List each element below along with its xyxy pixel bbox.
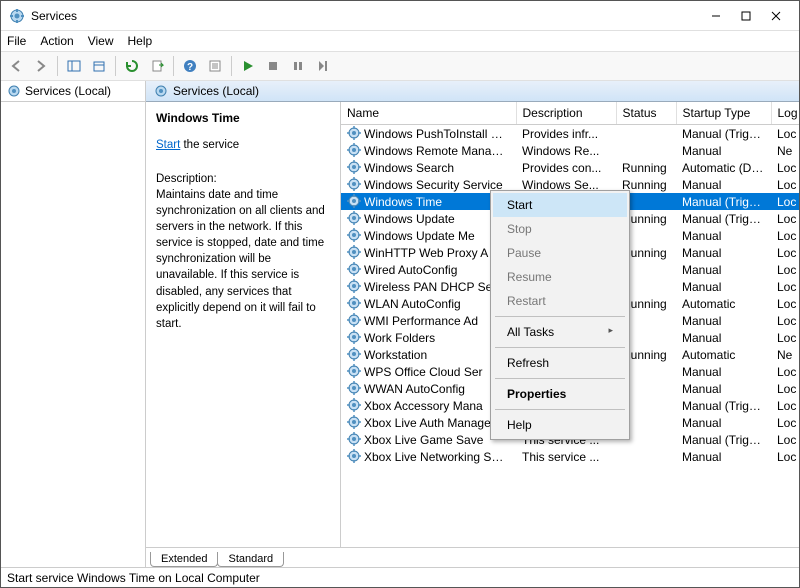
statusbar: Start service Windows Time on Local Comp… (1, 567, 799, 587)
properties-button[interactable] (204, 55, 226, 77)
col-startup[interactable]: Startup Type (676, 102, 771, 125)
tab-extended[interactable]: Extended (150, 552, 218, 567)
restart-service-button[interactable] (312, 55, 334, 77)
context-menu: StartStopPauseResumeRestart All Tasks▸ Ref… (490, 190, 630, 440)
minimize-button[interactable] (701, 1, 731, 31)
pause-service-button[interactable] (287, 55, 309, 77)
titlebar: Services (1, 1, 799, 31)
menu-file[interactable]: File (7, 34, 26, 48)
window-title: Services (31, 9, 701, 23)
service-list-pane: Name Description Status Startup Type Log… (341, 102, 799, 547)
ctx-pause: Pause (493, 241, 627, 265)
info-pane: Windows Time Start the service Descripti… (146, 102, 341, 547)
svg-text:?: ? (187, 62, 193, 73)
table-row[interactable]: Windows PushToInstall Servi...Provides i… (341, 125, 799, 143)
maximize-button[interactable] (731, 1, 761, 31)
table-row[interactable]: Windows Remote Managem...Windows Re...Ma… (341, 142, 799, 159)
start-service-button[interactable] (237, 55, 259, 77)
ctx-help[interactable]: Help (493, 413, 627, 437)
view-tabs: Extended Standard (146, 547, 799, 567)
ctx-start[interactable]: Start (493, 193, 627, 217)
services-app-icon (9, 8, 25, 24)
menu-help[interactable]: Help (128, 34, 153, 48)
forward-button[interactable] (30, 55, 52, 77)
ctx-resume: Resume (493, 265, 627, 289)
services-icon (154, 84, 168, 98)
menu-action[interactable]: Action (40, 34, 73, 48)
ctx-properties[interactable]: Properties (493, 382, 627, 406)
tree-root-item[interactable]: Services (Local) (1, 81, 145, 102)
menu-view[interactable]: View (88, 34, 114, 48)
description-text: Maintains date and time synchronization … (156, 187, 330, 332)
toolbar: ? (1, 51, 799, 81)
start-suffix: the service (180, 139, 239, 151)
ctx-all-tasks[interactable]: All Tasks▸ (493, 320, 627, 344)
col-status[interactable]: Status (616, 102, 676, 125)
description-label: Description: (156, 171, 330, 187)
stop-service-button[interactable] (262, 55, 284, 77)
close-button[interactable] (761, 1, 791, 31)
export-list-button[interactable] (146, 55, 168, 77)
show-hide-tree-button[interactable] (63, 55, 85, 77)
table-row[interactable]: Windows SearchProvides con...RunningAuto… (341, 159, 799, 176)
table-row[interactable]: Xbox Live Networking ServiceThis service… (341, 448, 799, 465)
tab-standard[interactable]: Standard (217, 552, 284, 567)
col-description[interactable]: Description (516, 102, 616, 125)
tree-root-label: Services (Local) (25, 84, 111, 98)
tree-pane: Services (Local) (1, 81, 146, 567)
help-button[interactable]: ? (179, 55, 201, 77)
export-button[interactable] (88, 55, 110, 77)
content-title: Services (Local) (173, 84, 259, 98)
ctx-refresh[interactable]: Refresh (493, 351, 627, 375)
menubar: File Action View Help (1, 31, 799, 51)
status-text: Start service Windows Time on Local Comp… (7, 571, 260, 585)
ctx-restart: Restart (493, 289, 627, 313)
ctx-stop: Stop (493, 217, 627, 241)
services-icon (7, 84, 21, 98)
col-name[interactable]: Name (341, 102, 516, 125)
refresh-button[interactable] (121, 55, 143, 77)
start-link[interactable]: Start (156, 139, 180, 151)
selected-service-name: Windows Time (156, 110, 330, 127)
col-logon[interactable]: Log (771, 102, 799, 125)
content-header: Services (Local) (146, 81, 799, 102)
back-button[interactable] (5, 55, 27, 77)
